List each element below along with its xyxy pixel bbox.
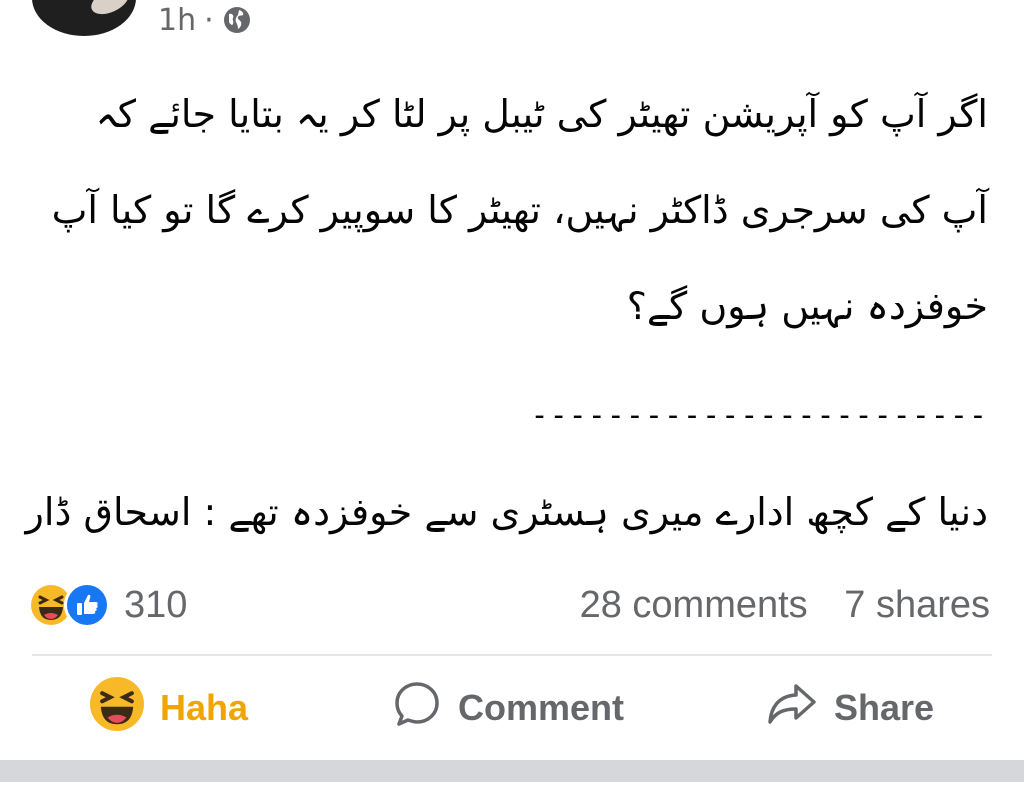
shares-count[interactable]: 7 shares xyxy=(844,584,990,626)
reaction-icons xyxy=(28,582,110,628)
post-time[interactable]: 1h xyxy=(158,3,196,38)
feed-separator xyxy=(0,760,1024,782)
share-button[interactable]: Share xyxy=(766,680,934,737)
haha-label: Haha xyxy=(160,687,249,728)
post-text: اگر آپ کو آپریشن تھیٹر کی ٹیبل پر لٹا کر… xyxy=(40,66,988,354)
share-icon xyxy=(766,680,818,737)
share-label: Share xyxy=(834,687,935,728)
reaction-stats: 310 28 comments 7 shares xyxy=(28,578,990,632)
separator-line: ------------------------ xyxy=(530,398,988,433)
post-meta: 1h · xyxy=(158,0,252,40)
comment-label: Comment xyxy=(458,687,625,728)
like-icon xyxy=(64,582,110,628)
post-card: 1h · اگر آپ کو آپریشن تھیٹر کی ٹیبل پر ل… xyxy=(0,0,1024,802)
comment-button[interactable]: Comment xyxy=(392,679,624,738)
post-paragraph: اگر آپ کو آپریشن تھیٹر کی ٹیبل پر لٹا کر… xyxy=(51,92,988,328)
haha-icon xyxy=(90,676,144,740)
haha-button[interactable]: Haha xyxy=(90,676,249,740)
post-quote: دنیا کے کچھ ادارے میری ہسٹری سے خوفزدہ ت… xyxy=(25,490,988,534)
divider xyxy=(32,654,992,656)
avatar[interactable] xyxy=(32,0,136,36)
globe-icon xyxy=(222,5,252,35)
action-bar: Haha Comment Share xyxy=(0,668,1024,748)
reaction-count: 310 xyxy=(124,583,188,626)
comments-count[interactable]: 28 comments xyxy=(580,584,808,626)
comment-icon xyxy=(392,679,442,738)
reaction-summary[interactable]: 310 xyxy=(28,582,187,628)
engagement-counts: 28 comments 7 shares xyxy=(580,584,990,627)
meta-separator: · xyxy=(204,2,214,38)
